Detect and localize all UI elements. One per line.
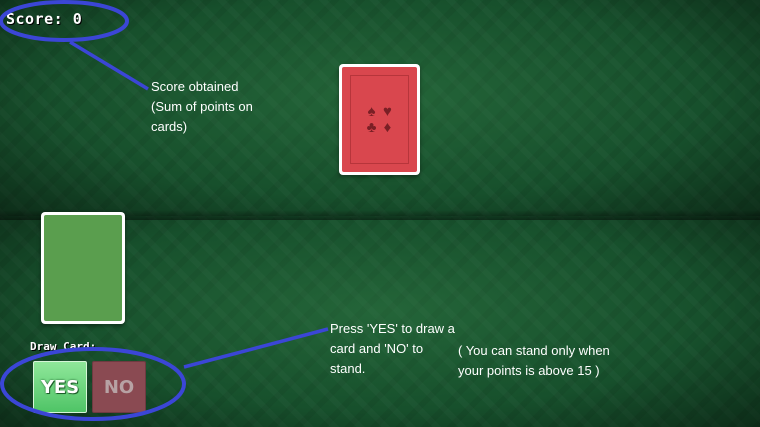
controls-highlight-ellipse: [0, 347, 186, 421]
annotation-overlay: [0, 0, 329, 421]
score-highlight-ellipse: [0, 0, 129, 42]
controls-pointer-line: [183, 327, 329, 369]
score-pointer-line: [69, 40, 149, 91]
